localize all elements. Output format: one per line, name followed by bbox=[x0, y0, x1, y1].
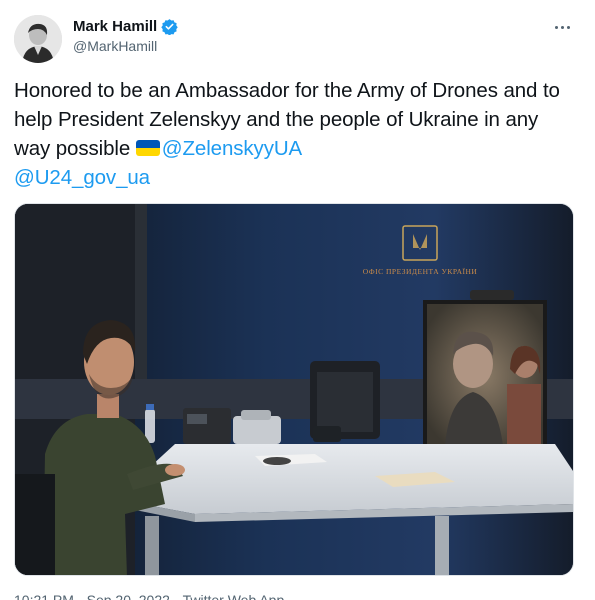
tweet-time[interactable]: 10:21 PM bbox=[14, 592, 74, 600]
author-info: Mark Hamill @MarkHamill bbox=[73, 18, 178, 54]
more-options-button[interactable] bbox=[551, 20, 573, 34]
author-name[interactable]: Mark Hamill bbox=[73, 18, 157, 35]
tweet-source[interactable]: Twitter Web App bbox=[183, 592, 285, 600]
tweet-photo[interactable]: ОФІС ПРЕЗИДЕНТА УКРАЇНИ bbox=[14, 203, 574, 576]
avatar[interactable] bbox=[14, 15, 62, 63]
verified-badge-icon bbox=[161, 18, 178, 36]
tweet-card: Mark Hamill @MarkHamill Honored to be an… bbox=[0, 0, 595, 600]
more-dot-icon bbox=[554, 25, 558, 29]
more-dot-icon bbox=[560, 25, 564, 29]
footer-separator: · bbox=[77, 592, 83, 600]
mention-u24-gov-ua[interactable]: @U24_gov_ua bbox=[14, 166, 150, 189]
tweet-date[interactable]: Sep 20, 2022 bbox=[87, 592, 170, 600]
wall-sign: ОФІС ПРЕЗИДЕНТА УКРАЇНИ bbox=[363, 267, 478, 276]
tweet-footer: 10:21 PM · Sep 20, 2022 · Twitter Web App bbox=[14, 592, 288, 600]
author-handle[interactable]: @MarkHamill bbox=[73, 38, 178, 54]
tweet-text: Honored to be an Ambassador for the Army… bbox=[14, 76, 574, 192]
tweet-header: Mark Hamill @MarkHamill bbox=[14, 14, 581, 64]
more-dot-icon bbox=[566, 25, 570, 29]
photo-scene: ОФІС ПРЕЗИДЕНТА УКРАЇНИ bbox=[15, 204, 573, 575]
ukraine-flag-icon bbox=[135, 140, 160, 156]
mention-zelenskyyua[interactable]: @ZelenskyyUA bbox=[162, 137, 302, 160]
footer-separator: · bbox=[173, 592, 179, 600]
